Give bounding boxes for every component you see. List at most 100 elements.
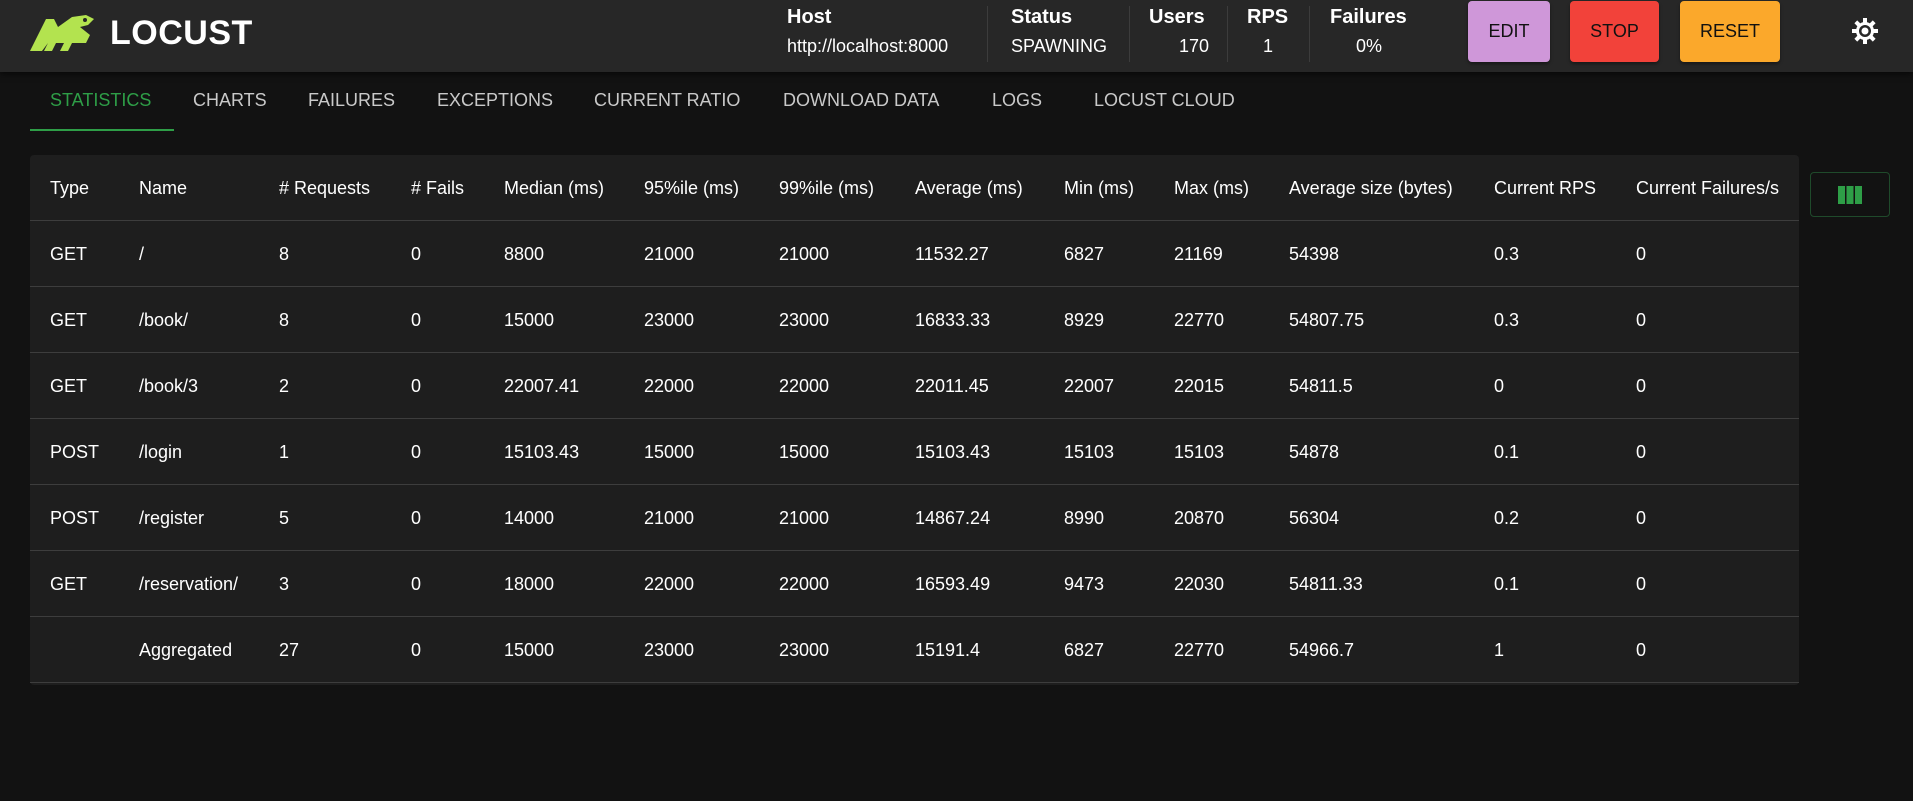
cell-type: POST bbox=[50, 442, 100, 462]
cell-fails: 0 bbox=[411, 244, 422, 264]
column-header-name: Name bbox=[139, 178, 188, 198]
cell-average: 15103.43 bbox=[915, 442, 991, 462]
cell-current-rps: 0.3 bbox=[1494, 244, 1520, 264]
stat-host-label: Host bbox=[787, 6, 832, 28]
table-header-row: Type Name # Requests # Fails Median (ms) 95%i… bbox=[30, 155, 1799, 221]
cell-avg-size: 54811.5 bbox=[1289, 376, 1353, 396]
cell-fails: 0 bbox=[411, 640, 422, 660]
tab-charts[interactable]: CHARTS bbox=[193, 90, 267, 111]
tab-current-ratio[interactable]: CURRENT RATIO bbox=[594, 90, 740, 111]
cell-name: /register bbox=[139, 508, 205, 528]
cell-median: 15000 bbox=[504, 640, 555, 660]
cell-avg-size: 54807.75 bbox=[1289, 310, 1365, 330]
cell-p99: 15000 bbox=[779, 442, 830, 462]
stat-divider bbox=[1309, 6, 1310, 62]
cell-avg-size: 54966.7 bbox=[1289, 640, 1355, 660]
cell-name: /book/3 bbox=[139, 376, 199, 396]
cell-current-failures: 0 bbox=[1636, 640, 1647, 660]
cell-name: / bbox=[139, 244, 145, 264]
table-row: POST/register 5 0 14000 21000 21000 14867.24 89… bbox=[30, 485, 1799, 551]
cell-fails: 0 bbox=[411, 376, 422, 396]
cell-min: 6827 bbox=[1064, 640, 1105, 660]
column-header-max: Max (ms) bbox=[1174, 178, 1249, 198]
tab-statistics[interactable]: STATISTICS bbox=[50, 90, 151, 111]
locust-logo[interactable]: LOCUST bbox=[28, 13, 253, 53]
cell-max: 22770 bbox=[1174, 640, 1225, 660]
cell-p99: 21000 bbox=[779, 244, 830, 264]
cell-requests: 3 bbox=[279, 574, 290, 594]
cell-requests: 1 bbox=[279, 442, 290, 462]
app-name: LOCUST bbox=[110, 13, 253, 52]
cell-min: 9473 bbox=[1064, 574, 1105, 594]
table-row: GET/book/3 2 0 22007.41 22000 22000 22011.45 22… bbox=[30, 353, 1799, 419]
cell-p95: 21000 bbox=[644, 244, 695, 264]
cell-current-failures: 0 bbox=[1636, 574, 1647, 594]
column-header-fails: # Fails bbox=[411, 178, 465, 198]
column-selector-button[interactable] bbox=[1810, 172, 1890, 217]
column-header-p95: 95%ile (ms) bbox=[644, 178, 740, 198]
cell-median: 14000 bbox=[504, 508, 555, 528]
cell-current-rps: 0 bbox=[1494, 376, 1505, 396]
stat-host-value: http://localhost:8000 bbox=[787, 36, 949, 56]
stat-users-value: 170 bbox=[1179, 36, 1210, 56]
cell-requests: 2 bbox=[279, 376, 290, 396]
statistics-table: Type Name # Requests # Fails Median (ms) 95%i… bbox=[30, 155, 1799, 685]
column-header-p99: 99%ile (ms) bbox=[779, 178, 875, 198]
cell-current-failures: 0 bbox=[1636, 376, 1647, 396]
cell-avg-size: 54811.33 bbox=[1289, 574, 1363, 594]
cell-p99: 22000 bbox=[779, 574, 830, 594]
cell-p99: 23000 bbox=[779, 640, 830, 660]
reset-button[interactable]: RESET bbox=[1680, 1, 1780, 62]
cell-min: 6827 bbox=[1064, 244, 1105, 264]
cell-current-failures: 0 bbox=[1636, 508, 1647, 528]
stat-divider bbox=[1227, 6, 1228, 62]
row-divider bbox=[30, 682, 1799, 683]
cell-max: 21169 bbox=[1174, 244, 1223, 264]
cell-fails: 0 bbox=[411, 508, 422, 528]
column-header-median: Median (ms) bbox=[504, 178, 605, 198]
active-tab-indicator bbox=[30, 129, 174, 131]
cell-current-failures: 0 bbox=[1636, 244, 1647, 264]
tab-locust-cloud[interactable]: LOCUST CLOUD bbox=[1094, 90, 1235, 111]
table-row: GET / 8 0 8800 21000 21000 11532.27 6827 21169 543… bbox=[30, 221, 1799, 287]
cell-current-failures: 0 bbox=[1636, 310, 1647, 330]
cell-requests: 8 bbox=[279, 244, 290, 264]
cell-average: 16833.33 bbox=[915, 310, 991, 330]
cell-type: GET bbox=[50, 310, 88, 330]
cell-p95: 22000 bbox=[644, 376, 695, 396]
table-row: GET/book/8 0 15000 23000 23000 16833.33 8929 22… bbox=[30, 287, 1799, 353]
cell-median: 8800 bbox=[504, 244, 545, 264]
column-header-average: Average (ms) bbox=[915, 178, 1023, 198]
cell-fails: 0 bbox=[411, 442, 422, 462]
cell-min: 8990 bbox=[1064, 508, 1105, 528]
cell-avg-size: 54878 bbox=[1289, 442, 1340, 462]
stat-divider bbox=[987, 6, 988, 62]
stat-failures-label: Failures bbox=[1330, 6, 1407, 28]
cell-average: 15191.4 bbox=[915, 640, 981, 660]
cell-max: 22030 bbox=[1174, 574, 1225, 594]
stop-button[interactable]: STOP bbox=[1570, 1, 1659, 62]
cell-max: 20870 bbox=[1174, 508, 1225, 528]
theme-toggle-icon[interactable] bbox=[1851, 17, 1879, 45]
cell-min: 8929 bbox=[1064, 310, 1105, 330]
cell-p99: 21000 bbox=[779, 508, 830, 528]
column-header-current-rps: Current RPS bbox=[1494, 178, 1597, 198]
cell-max: 22015 bbox=[1174, 376, 1225, 396]
cell-min: 22007 bbox=[1064, 376, 1115, 396]
tab-failures[interactable]: FAILURES bbox=[308, 90, 395, 111]
cell-median: 22007.41 bbox=[504, 376, 580, 396]
tab-logs[interactable]: LOGS bbox=[992, 90, 1042, 111]
edit-button[interactable]: EDIT bbox=[1468, 1, 1550, 62]
cell-p95: 22000 bbox=[644, 574, 695, 594]
cell-median: 18000 bbox=[504, 574, 555, 594]
tab-exceptions[interactable]: EXCEPTIONS bbox=[437, 90, 553, 111]
cell-current-rps: 0.3 bbox=[1494, 310, 1520, 330]
column-header-min: Min (ms) bbox=[1064, 178, 1134, 198]
tab-download-data[interactable]: DOWNLOAD DATA bbox=[783, 90, 939, 111]
cell-current-failures: 0 bbox=[1636, 442, 1647, 462]
cell-current-rps: 0.1 bbox=[1494, 442, 1520, 462]
cell-name: /book/ bbox=[139, 310, 189, 330]
locust-logo-icon bbox=[30, 15, 94, 51]
cell-requests: 8 bbox=[279, 310, 290, 330]
cell-average: 22011.45 bbox=[915, 376, 989, 396]
